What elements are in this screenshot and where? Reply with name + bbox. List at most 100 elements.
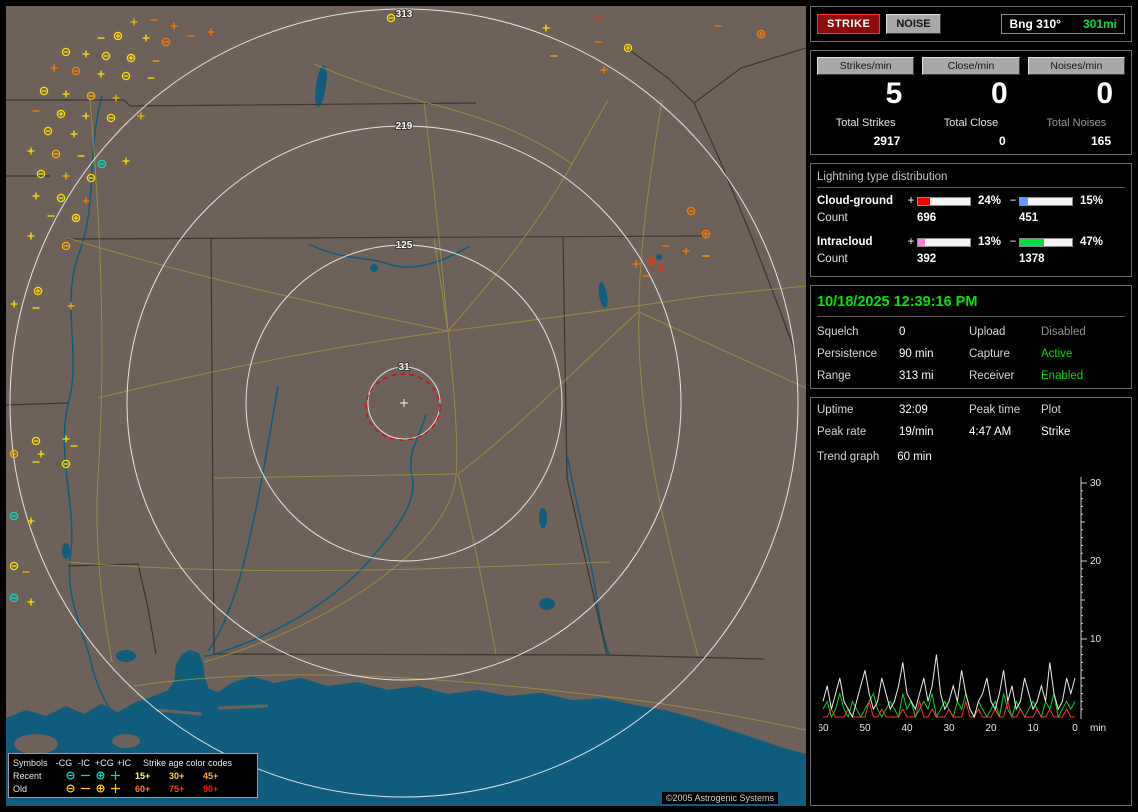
legend-symbols-header: Symbols [13, 757, 48, 768]
age-code-75: 75+ [169, 783, 185, 794]
legend-recent-row: Recent 15+ 30+ 45+ [13, 769, 253, 782]
peak-rate-value: 19/min [899, 426, 934, 438]
map-panel[interactable]: 313 219 125 31 Symbols -CG -IC +CG +IC S… [6, 6, 806, 806]
minus-icon [81, 774, 90, 777]
squelch-value: 0 [899, 326, 906, 338]
cg-positive-fill [918, 197, 931, 205]
svg-text:20: 20 [1090, 556, 1102, 567]
cloud-ground-row: Cloud-ground + 24% − 15% [817, 195, 1125, 207]
strikes-per-min-column: Strikes/min 5 [817, 57, 915, 115]
distribution-title: Lightning type distribution [817, 170, 1125, 188]
capture-label: Capture [969, 348, 1010, 360]
ic-positive-count: 392 [917, 253, 937, 265]
receiver-status: Enabled [1041, 370, 1084, 382]
age-code-45: 45+ [203, 770, 219, 781]
legend-old-row: Old 60+ 75+ 90+ [13, 782, 253, 795]
uptime-value: 32:09 [899, 404, 928, 416]
minus-sign: − [1009, 195, 1017, 207]
legend-recent-label: Recent [13, 770, 42, 781]
total-close: Total Close 0 [922, 115, 1019, 148]
legend-type-ncg: -CG [55, 757, 73, 768]
cg-negative-count: 451 [1019, 212, 1039, 224]
cg-negative-percent: 15% [1080, 195, 1104, 207]
strike-indicator-button[interactable]: STRIKE [817, 14, 881, 34]
age-code-30: 30+ [169, 770, 185, 781]
noises-per-min-header: Noises/min [1027, 57, 1125, 75]
legend-age-header: Strike age color codes [143, 757, 233, 768]
app-window: { "map": { "ring_labels": ["313","219","… [0, 0, 1138, 812]
bearing-value: Bng 310° [1009, 17, 1061, 31]
intracloud-label: Intracloud [817, 236, 873, 248]
peak-rate-label: Peak rate [817, 426, 867, 438]
circle-minus-icon [66, 784, 75, 793]
intracloud-count-row: Count 392 1378 [817, 253, 1125, 265]
bearing-display: Bng 310° 301mi [1001, 14, 1125, 34]
ic-positive-bar [917, 237, 971, 247]
uptime-label: Uptime [817, 404, 854, 416]
sidebar: STRIKE NOISE Bng 310° 301mi Strikes/min … [810, 6, 1132, 806]
ic-positive-fill [918, 238, 925, 246]
cloud-ground-count-row: Count 696 451 [817, 212, 1125, 224]
close-per-min-value: 0 [990, 77, 1008, 110]
squelch-label: Squelch [817, 326, 859, 338]
total-noises-label: Total Noises [1046, 117, 1107, 129]
noise-indicator-button[interactable]: NOISE [886, 14, 941, 34]
receiver-label: Receiver [969, 370, 1015, 382]
ic-negative-count: 1378 [1019, 253, 1045, 265]
range-label: Range [817, 370, 851, 382]
count-label: Count [817, 212, 848, 224]
intracloud-row: Intracloud + 13% − 47% [817, 236, 1125, 248]
copyright-text: ©2005 Astrogenic Systems [661, 792, 778, 804]
cg-positive-bar [917, 196, 971, 206]
circle-plus-icon [96, 771, 105, 780]
noises-per-min-column: Noises/min 0 [1027, 57, 1125, 115]
map-legend: Symbols -CG -IC +CG +IC Strike age color… [8, 753, 258, 798]
trend-window-value: 60 min [897, 451, 932, 463]
trend-series-close [823, 699, 1075, 718]
total-close-value: 0 [998, 134, 1006, 148]
peak-time-label: Peak time [969, 404, 1021, 416]
svg-text:30: 30 [1090, 478, 1102, 489]
alert-panel: STRIKE NOISE Bng 310° 301mi [810, 6, 1132, 42]
cg-positive-percent: 24% [978, 195, 1002, 207]
cg-negative-bar [1019, 196, 1073, 206]
total-noises-value: 165 [1090, 134, 1111, 148]
total-strikes: Total Strikes 2917 [817, 115, 914, 148]
total-close-label: Total Close [943, 117, 999, 129]
legend-old-label: Old [13, 783, 28, 794]
plus-icon [111, 771, 120, 780]
ic-negative-fill [1020, 238, 1045, 246]
trend-graph: 10 20 30 60 50 40 30 20 10 0 min [819, 477, 1106, 734]
ring-label-219: 219 [396, 121, 413, 132]
svg-text:min: min [1090, 723, 1106, 734]
peak-time-value: 4:47 AM [969, 426, 1012, 438]
trend-graph-label: Trend graph [817, 451, 880, 463]
distribution-panel: Lightning type distribution Cloud-ground… [810, 163, 1132, 277]
plot-label: Plot [1041, 404, 1061, 416]
circle-plus-icon [96, 784, 105, 793]
total-noises: Total Noises 165 [1028, 115, 1125, 148]
total-strikes-label: Total Strikes [835, 117, 896, 129]
ic-negative-percent: 47% [1080, 236, 1104, 248]
cloud-ground-label: Cloud-ground [817, 195, 894, 207]
svg-text:40: 40 [901, 723, 913, 734]
status-panel: 10/18/2025 12:39:16 PM Squelch 0 Upload … [810, 285, 1132, 389]
upload-status: Disabled [1041, 326, 1086, 338]
legend-recent-symbols [55, 770, 131, 781]
legend-type-pcg: +CG [95, 757, 114, 768]
legend-type-pic: +IC [116, 757, 132, 768]
plus-sign: + [907, 236, 915, 248]
strikes-per-min-header: Strikes/min [817, 57, 915, 75]
upload-label: Upload [969, 326, 1006, 338]
circle-minus-icon [66, 771, 75, 780]
ring-label-125: 125 [396, 240, 413, 251]
lightning-map[interactable]: 313 219 125 31 [6, 6, 806, 806]
age-code-90: 90+ [203, 783, 219, 794]
ring-label-313: 313 [396, 9, 413, 20]
persistence-label: Persistence [817, 348, 878, 360]
minus-icon [81, 787, 90, 790]
svg-text:10: 10 [1027, 723, 1039, 734]
bearing-distance: 301mi [1082, 17, 1117, 31]
datetime-display: 10/18/2025 12:39:16 PM [817, 292, 1125, 317]
age-code-15: 15+ [135, 770, 151, 781]
